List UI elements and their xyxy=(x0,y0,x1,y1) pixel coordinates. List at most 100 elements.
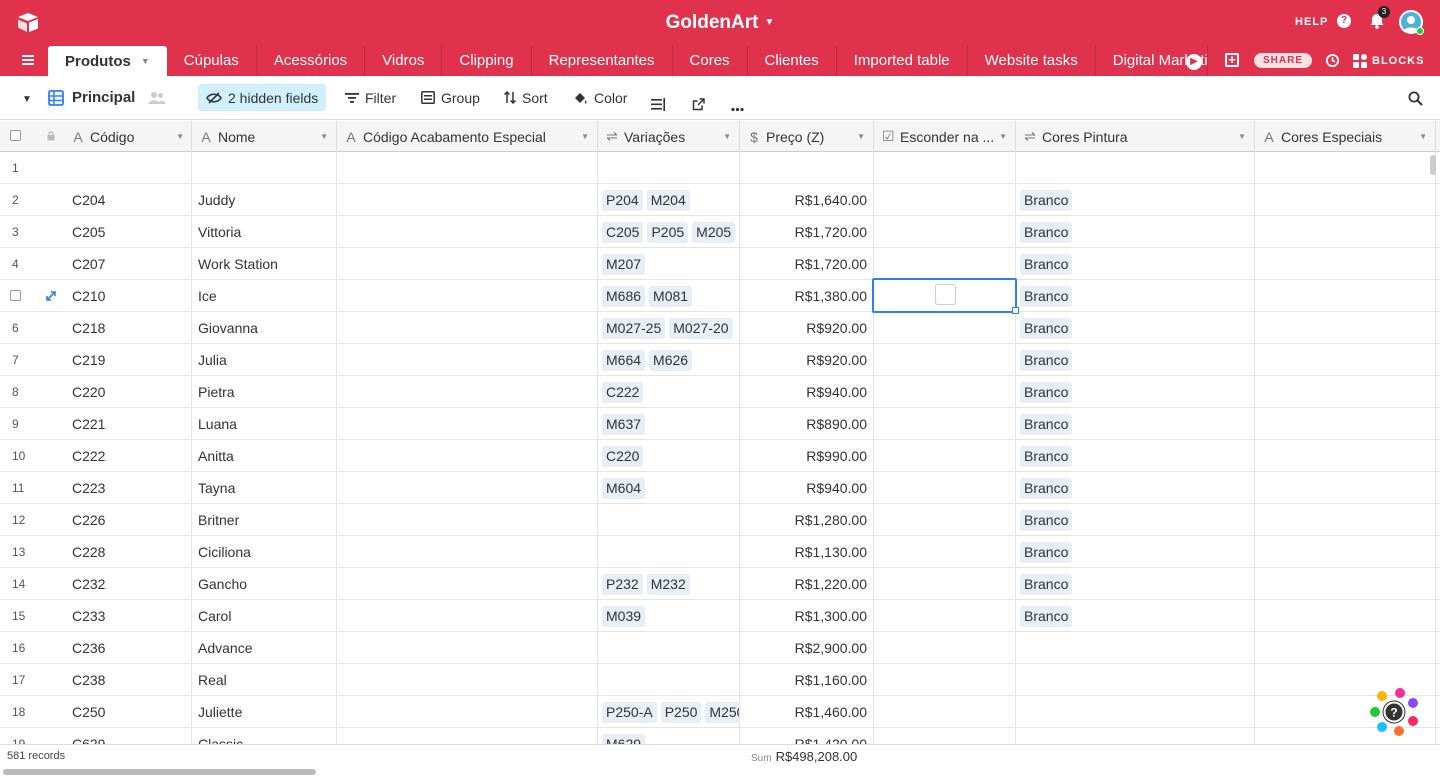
preco-cell[interactable]: R$1,640.00 xyxy=(740,184,874,216)
primary-cell[interactable]: 14 C232 xyxy=(0,568,192,600)
esconder-cell[interactable] xyxy=(874,728,1016,744)
cores-pintura-cell[interactable]: Branco xyxy=(1016,440,1255,472)
table-row[interactable]: 18 C250 Juliette P250-AP250M250 R$1,460.00 xyxy=(0,696,1440,728)
variacao-chip[interactable]: M604 xyxy=(602,477,646,499)
nome-cell[interactable]: Gancho xyxy=(192,568,337,600)
esconder-cell[interactable] xyxy=(874,696,1016,728)
esconder-cell[interactable] xyxy=(874,312,1016,344)
variacoes-cell[interactable]: P250-AP250M250 xyxy=(598,696,740,728)
variacao-chip[interactable]: M629 xyxy=(602,733,646,744)
codigo-acabamento-cell[interactable] xyxy=(337,408,598,440)
esconder-cell[interactable] xyxy=(874,152,1016,184)
variacoes-cell[interactable]: C220 xyxy=(598,440,740,472)
primary-cell[interactable]: 17 C238 xyxy=(0,664,192,696)
primary-cell[interactable]: 15 C233 xyxy=(0,600,192,632)
nome-cell[interactable]: Work Station xyxy=(192,248,337,280)
collaborators-icon[interactable] xyxy=(148,90,166,106)
table-row[interactable]: 12 C226 Britner R$1,280.00 Branco xyxy=(0,504,1440,536)
help-button[interactable]: HELP xyxy=(1295,16,1328,28)
share-button[interactable]: SHARE xyxy=(1254,53,1312,68)
table-row[interactable]: 7 C219 Julia M664 M626 R$920.00 Branco xyxy=(0,344,1440,376)
variacao-chip[interactable]: P250 xyxy=(660,701,702,723)
table-row[interactable]: 3 C205 Vittoria C205 P205 M205 R$1,720.00 Branc… xyxy=(0,216,1440,248)
esconder-cell[interactable] xyxy=(874,344,1016,376)
blocks-button[interactable]: BLOCKS xyxy=(1353,53,1424,69)
table-row[interactable]: 16 C236 Advance R$2,900.00 xyxy=(0,632,1440,664)
cor-chip[interactable]: Branco xyxy=(1020,285,1073,307)
nome-cell[interactable]: Ice xyxy=(192,280,337,312)
table-row[interactable]: 11 C223 Tayna M604 R$940.00 Branco xyxy=(0,472,1440,504)
table-row[interactable]: C210 Ice M686 M081 R$1,380.00 Branco xyxy=(0,280,1440,312)
variacoes-cell[interactable] xyxy=(598,536,740,568)
esconder-cell[interactable] xyxy=(874,472,1016,504)
cor-chip[interactable]: Branco xyxy=(1020,189,1073,211)
select-all-checkbox[interactable] xyxy=(10,130,21,141)
chevron-down-icon[interactable]: ▼ xyxy=(176,132,184,141)
column-header-esconder[interactable]: ☑ Esconder na ... ▼ xyxy=(874,121,1016,152)
cores-especiais-cell[interactable] xyxy=(1255,216,1436,248)
primary-cell[interactable]: 2 C204 xyxy=(0,184,192,216)
cores-especiais-cell[interactable] xyxy=(1255,504,1436,536)
filter-button[interactable]: Filter xyxy=(345,84,396,111)
cor-chip[interactable]: Branco xyxy=(1020,541,1073,563)
primary-cell[interactable]: C210 xyxy=(0,280,192,312)
vertical-scrollbar[interactable] xyxy=(1430,155,1436,175)
nome-cell[interactable]: Luana xyxy=(192,408,337,440)
chevron-down-icon[interactable]: ▼ xyxy=(1419,132,1427,141)
airtable-logo-icon[interactable] xyxy=(16,12,40,34)
primary-cell[interactable]: 6 C218 xyxy=(0,312,192,344)
cores-especiais-cell[interactable] xyxy=(1255,440,1436,472)
table-row[interactable]: 13 C228 Ciciliona R$1,130.00 Branco xyxy=(0,536,1440,568)
cores-pintura-cell[interactable]: Branco xyxy=(1016,312,1255,344)
preco-cell[interactable] xyxy=(740,152,874,184)
variacao-chip[interactable]: P205 xyxy=(647,221,689,243)
cores-especiais-cell[interactable] xyxy=(1255,408,1436,440)
codigo-acabamento-cell[interactable] xyxy=(337,184,598,216)
codigo-acabamento-cell[interactable] xyxy=(337,152,598,184)
share-view-icon[interactable] xyxy=(692,91,705,118)
table-row[interactable]: 1 xyxy=(0,152,1440,184)
cor-chip[interactable]: Branco xyxy=(1020,605,1073,627)
variacoes-cell[interactable]: M039 xyxy=(598,600,740,632)
column-header-preco[interactable]: $ Preço (Z) ▼ xyxy=(740,121,874,152)
table-row[interactable]: 15 C233 Carol M039 R$1,300.00 Branco xyxy=(0,600,1440,632)
tab-representantes[interactable]: Representantes xyxy=(532,46,673,76)
tab-vidros[interactable]: Vidros xyxy=(365,46,443,76)
preco-cell[interactable]: R$890.00 xyxy=(740,408,874,440)
nome-cell[interactable]: Juddy xyxy=(192,184,337,216)
variacao-chip[interactable]: M637 xyxy=(602,413,646,435)
primary-cell[interactable]: 13 C228 xyxy=(0,536,192,568)
codigo-acabamento-cell[interactable] xyxy=(337,568,598,600)
variacao-chip[interactable]: M207 xyxy=(602,253,646,275)
chevron-down-icon[interactable]: ▼ xyxy=(1238,132,1246,141)
codigo-acabamento-cell[interactable] xyxy=(337,600,598,632)
variacoes-cell[interactable]: M629 xyxy=(598,728,740,744)
preco-cell[interactable]: R$920.00 xyxy=(740,312,874,344)
variacoes-cell[interactable]: M637 xyxy=(598,408,740,440)
esconder-cell[interactable] xyxy=(874,632,1016,664)
cores-pintura-cell[interactable] xyxy=(1016,664,1255,696)
variacao-chip[interactable]: P204 xyxy=(602,189,643,211)
variacao-chip[interactable]: M039 xyxy=(602,605,646,627)
preco-cell[interactable]: R$920.00 xyxy=(740,344,874,376)
preco-cell[interactable]: R$1,460.00 xyxy=(740,696,874,728)
cor-chip[interactable]: Branco xyxy=(1020,413,1073,435)
esconder-checkbox[interactable] xyxy=(935,284,956,305)
table-row[interactable]: 10 C222 Anitta C220 R$990.00 Branco xyxy=(0,440,1440,472)
cores-especiais-cell[interactable] xyxy=(1255,376,1436,408)
cor-chip[interactable]: Branco xyxy=(1020,573,1073,595)
cores-especiais-cell[interactable] xyxy=(1255,280,1436,312)
codigo-acabamento-cell[interactable] xyxy=(337,696,598,728)
nome-cell[interactable]: Vittoria xyxy=(192,216,337,248)
add-table-icon[interactable]: + xyxy=(1225,53,1239,67)
cores-especiais-cell[interactable] xyxy=(1255,184,1436,216)
nome-cell[interactable]: Real xyxy=(192,664,337,696)
primary-cell[interactable]: 4 C207 xyxy=(0,248,192,280)
esconder-cell[interactable] xyxy=(874,376,1016,408)
cores-pintura-cell[interactable]: Branco xyxy=(1016,408,1255,440)
primary-cell[interactable]: 18 C250 xyxy=(0,696,192,728)
primary-cell[interactable]: 1 xyxy=(0,152,192,184)
codigo-acabamento-cell[interactable] xyxy=(337,664,598,696)
variacoes-cell[interactable] xyxy=(598,504,740,536)
preco-cell[interactable]: R$940.00 xyxy=(740,472,874,504)
